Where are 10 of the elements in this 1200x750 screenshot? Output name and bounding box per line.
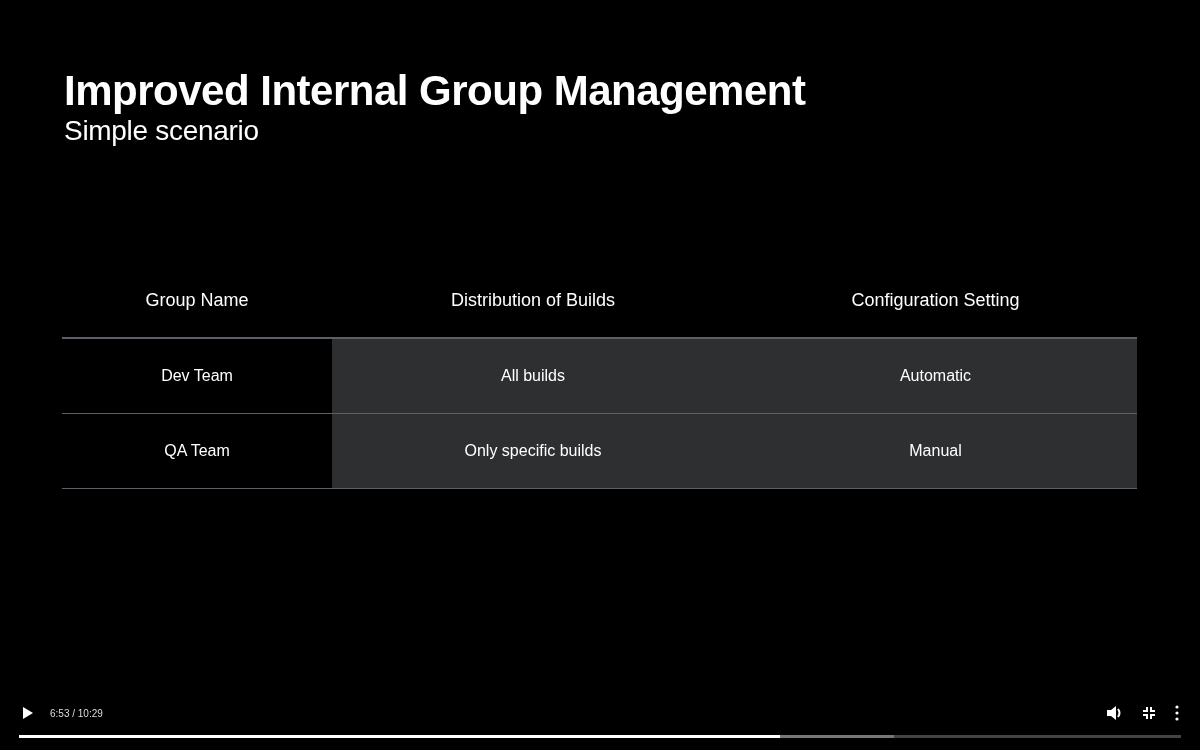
table-cell: All builds — [332, 338, 734, 414]
table-cell: Only specific builds — [332, 413, 734, 489]
slide-title: Improved Internal Group Management — [64, 68, 807, 115]
time-display: 6:53 / 10:29 — [50, 706, 103, 721]
exit-fullscreen-button[interactable] — [1140, 704, 1158, 722]
table-cell: Manual — [734, 413, 1137, 489]
slide-subtitle: Simple scenario — [64, 114, 260, 148]
table-cell: Automatic — [734, 338, 1137, 414]
progress-bar[interactable] — [19, 735, 1181, 738]
column-header: Group Name — [62, 263, 332, 339]
